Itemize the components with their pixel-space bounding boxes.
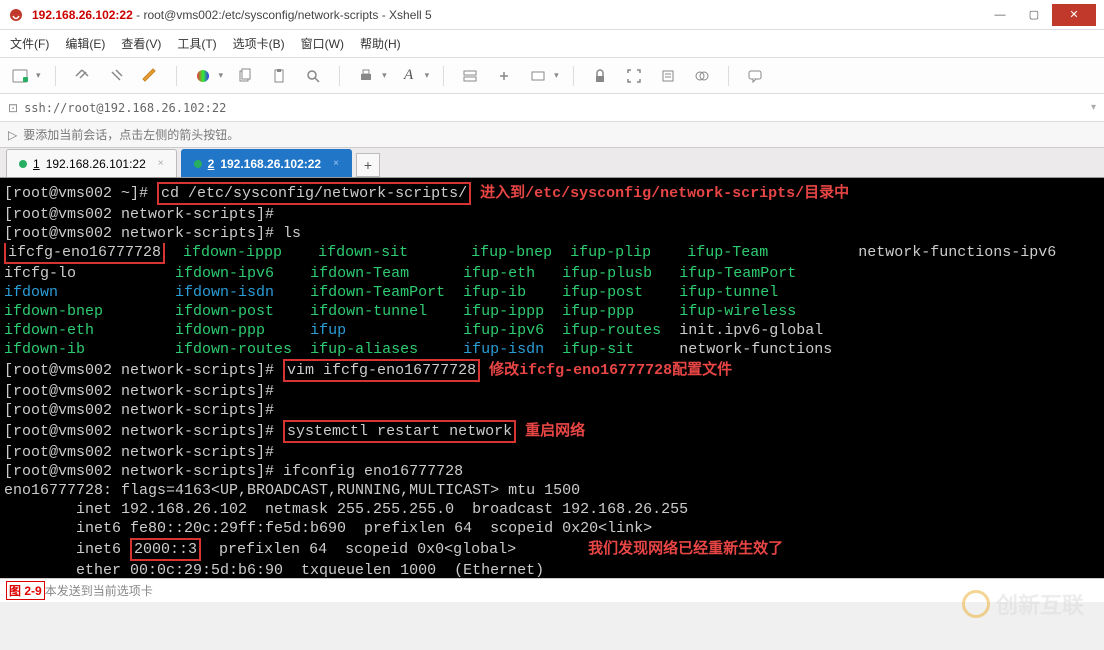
font-icon[interactable]: A bbox=[397, 64, 421, 88]
hint-text: 要添加当前会话，点击左侧的箭头按钮。 bbox=[23, 126, 239, 143]
figure-label: 图 2-9 bbox=[6, 581, 45, 600]
menu-window[interactable]: 窗口(W) bbox=[301, 35, 344, 52]
terminal-output[interactable]: [root@vms002 ~]# cd /etc/sysconfig/netwo… bbox=[0, 178, 1104, 578]
sessions-icon[interactable] bbox=[458, 64, 482, 88]
addr-icon: ⊡ bbox=[8, 101, 18, 115]
properties-icon[interactable] bbox=[656, 64, 680, 88]
app-icon bbox=[8, 7, 24, 23]
minimize-button[interactable]: — bbox=[984, 4, 1016, 26]
status-dot-icon bbox=[19, 160, 27, 168]
status-text: 本发送到当前选项卡 bbox=[45, 582, 153, 599]
paste-icon[interactable] bbox=[267, 64, 291, 88]
xftp-icon[interactable] bbox=[492, 64, 516, 88]
disconnect-icon[interactable] bbox=[104, 64, 128, 88]
status-dot-icon bbox=[194, 160, 202, 168]
address-field[interactable]: ssh://root@192.168.26.102:22 bbox=[24, 101, 1085, 115]
new-session-icon[interactable] bbox=[8, 64, 32, 88]
menu-file[interactable]: 文件(F) bbox=[10, 35, 49, 52]
compose-icon[interactable] bbox=[526, 64, 550, 88]
menu-help[interactable]: 帮助(H) bbox=[360, 35, 401, 52]
transparent-icon[interactable] bbox=[690, 64, 714, 88]
close-button[interactable]: ✕ bbox=[1052, 4, 1096, 26]
chat-icon[interactable] bbox=[743, 64, 767, 88]
find-icon[interactable] bbox=[301, 64, 325, 88]
close-tab-icon[interactable]: × bbox=[333, 158, 339, 169]
maximize-button[interactable]: ▢ bbox=[1018, 4, 1050, 26]
addr-dropdown-icon[interactable]: ▾ bbox=[1091, 102, 1096, 113]
add-tab-button[interactable]: + bbox=[356, 153, 380, 177]
window-title: 192.168.26.102:22 - root@vms002:/etc/sys… bbox=[32, 8, 984, 22]
tab-session-1[interactable]: 1 192.168.26.101:22 × bbox=[6, 149, 177, 177]
menu-tools[interactable]: 工具(T) bbox=[177, 35, 216, 52]
print-icon[interactable] bbox=[354, 64, 378, 88]
color-icon[interactable] bbox=[191, 64, 215, 88]
tab-session-2[interactable]: 2 192.168.26.102:22 × bbox=[181, 149, 352, 177]
edit-icon[interactable] bbox=[138, 64, 162, 88]
copy-icon[interactable] bbox=[233, 64, 257, 88]
reconnect-icon[interactable] bbox=[70, 64, 94, 88]
close-tab-icon[interactable]: × bbox=[158, 158, 164, 169]
hint-arrow-icon[interactable]: ▷ bbox=[8, 128, 17, 142]
lock-icon[interactable] bbox=[588, 64, 612, 88]
menu-tabs[interactable]: 选项卡(B) bbox=[233, 35, 285, 52]
menu-edit[interactable]: 编辑(E) bbox=[65, 35, 105, 52]
fullscreen-icon[interactable] bbox=[622, 64, 646, 88]
menu-view[interactable]: 查看(V) bbox=[121, 35, 161, 52]
